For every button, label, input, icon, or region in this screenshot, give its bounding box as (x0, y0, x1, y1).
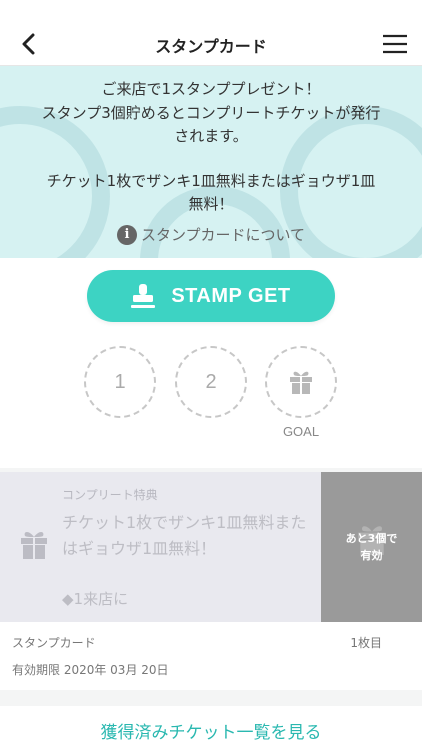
gift-icon (290, 371, 312, 394)
ticket-status-panel: あと3個で 有効 (321, 472, 422, 622)
ticket-main: コンプリート特典 チケット1枚でザンキ1皿無料またはギョウザ1皿無料！ ◆1来店… (0, 472, 321, 622)
acquired-tickets-link[interactable]: 獲得済みチケット一覧を見る (0, 706, 422, 750)
info-text-line: ご来店で1スタンププレゼント！ (101, 80, 321, 98)
stamp-get-button[interactable]: STAMP GET (87, 270, 335, 322)
complete-ticket-card[interactable]: コンプリート特典 チケット1枚でザンキ1皿無料またはギョウザ1皿無料！ ◆1来店… (0, 472, 422, 690)
info-text-line: チケット1枚でザンキ1皿無料またはギョウザ1皿 (46, 172, 376, 190)
expiry-date: 有効期限 2020年 03月 20日 (12, 663, 169, 677)
stamp-slot-1: 1 (84, 346, 156, 418)
info-icon: i (116, 224, 137, 245)
about-stamp-card-label: スタンプカードについて (140, 226, 306, 244)
gift-icon (21, 532, 47, 559)
ticket-condition: ◆1来店に (62, 590, 129, 608)
info-text-line: されます。 (174, 127, 248, 145)
card-count: 1枚目 (350, 636, 382, 650)
ticket-heading: コンプリート特典 (62, 488, 158, 502)
info-text-line: スタンプ3個貯めるとコンプリートチケットが発行 (41, 104, 381, 122)
ticket-description: チケット1枚でザンキ1皿無料またはギョウザ1皿無料！ (62, 513, 307, 558)
about-stamp-card-link[interactable]: i スタンプカードについて (0, 224, 422, 245)
hamburger-menu-icon (383, 34, 407, 54)
ticket-status-line2: 有効 (360, 549, 383, 562)
card-label: スタンプカード (12, 636, 96, 650)
page-title: スタンプカード (155, 37, 267, 56)
info-banner: ご来店で1スタンププレゼント！ スタンプ3個貯めるとコンプリートチケットが発行 … (0, 66, 422, 258)
stamp-slot-2: 2 (175, 346, 247, 418)
stamp-area: STAMP GET 1 2 GOAL (0, 258, 422, 468)
goal-label: GOAL (282, 424, 320, 439)
menu-button[interactable] (382, 31, 408, 57)
ticket-status-line1: あと3個で (345, 532, 398, 545)
navigation-bar: スタンプカード (0, 22, 422, 66)
stamp-icon (131, 284, 156, 308)
info-text-line: 無料！ (188, 195, 234, 213)
stamp-get-label: STAMP GET (171, 284, 291, 307)
status-bar (0, 0, 422, 22)
stamp-slot-goal (265, 346, 337, 418)
ticket-status-text: あと3個で 有効 (346, 530, 398, 564)
